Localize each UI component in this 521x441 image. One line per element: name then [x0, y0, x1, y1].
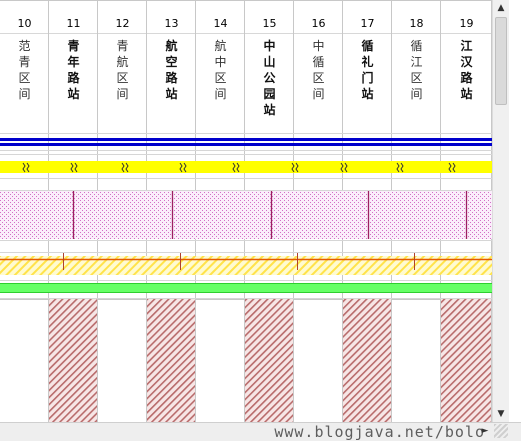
station-hatch-block: [147, 299, 195, 422]
station-hatch-block: [441, 299, 491, 422]
watermark-text: www.blogjava.net/bolo: [274, 423, 485, 441]
column-number: 14: [214, 17, 228, 30]
scroll-down-arrow-icon[interactable]: ▼: [493, 406, 509, 422]
column-number: 19: [460, 17, 474, 30]
blue-track-line: [0, 138, 492, 141]
blue-track-line: [0, 143, 492, 146]
green-track-band: [0, 283, 492, 293]
resize-grip-icon[interactable]: [494, 424, 508, 438]
column-number: 18: [410, 17, 424, 30]
yellow-track-band: [0, 161, 492, 173]
scroll-up-arrow-icon[interactable]: ▲: [493, 0, 509, 16]
station-hatch-block: [245, 299, 293, 422]
column-number: 15: [263, 17, 277, 30]
column-number: 10: [18, 17, 32, 30]
scroll-right-arrow-icon[interactable]: ►: [478, 424, 492, 438]
column-number: 12: [116, 17, 130, 30]
station-hatch-block: [49, 299, 97, 422]
column-station-name: 中山公园站: [263, 38, 275, 117]
column-number: 17: [361, 17, 375, 30]
column-number: 13: [165, 17, 179, 30]
vertical-scrollbar[interactable]: ▲ ▼: [492, 0, 509, 422]
scroll-thumb[interactable]: [495, 17, 507, 105]
column-number: 16: [312, 17, 326, 30]
station-hatch-block: [343, 299, 391, 422]
column-number: 11: [67, 17, 81, 30]
schedule-grid: 10范青区间11青年路站12青航区间13航空路站14航中区间15中山公园站16中…: [0, 0, 492, 422]
